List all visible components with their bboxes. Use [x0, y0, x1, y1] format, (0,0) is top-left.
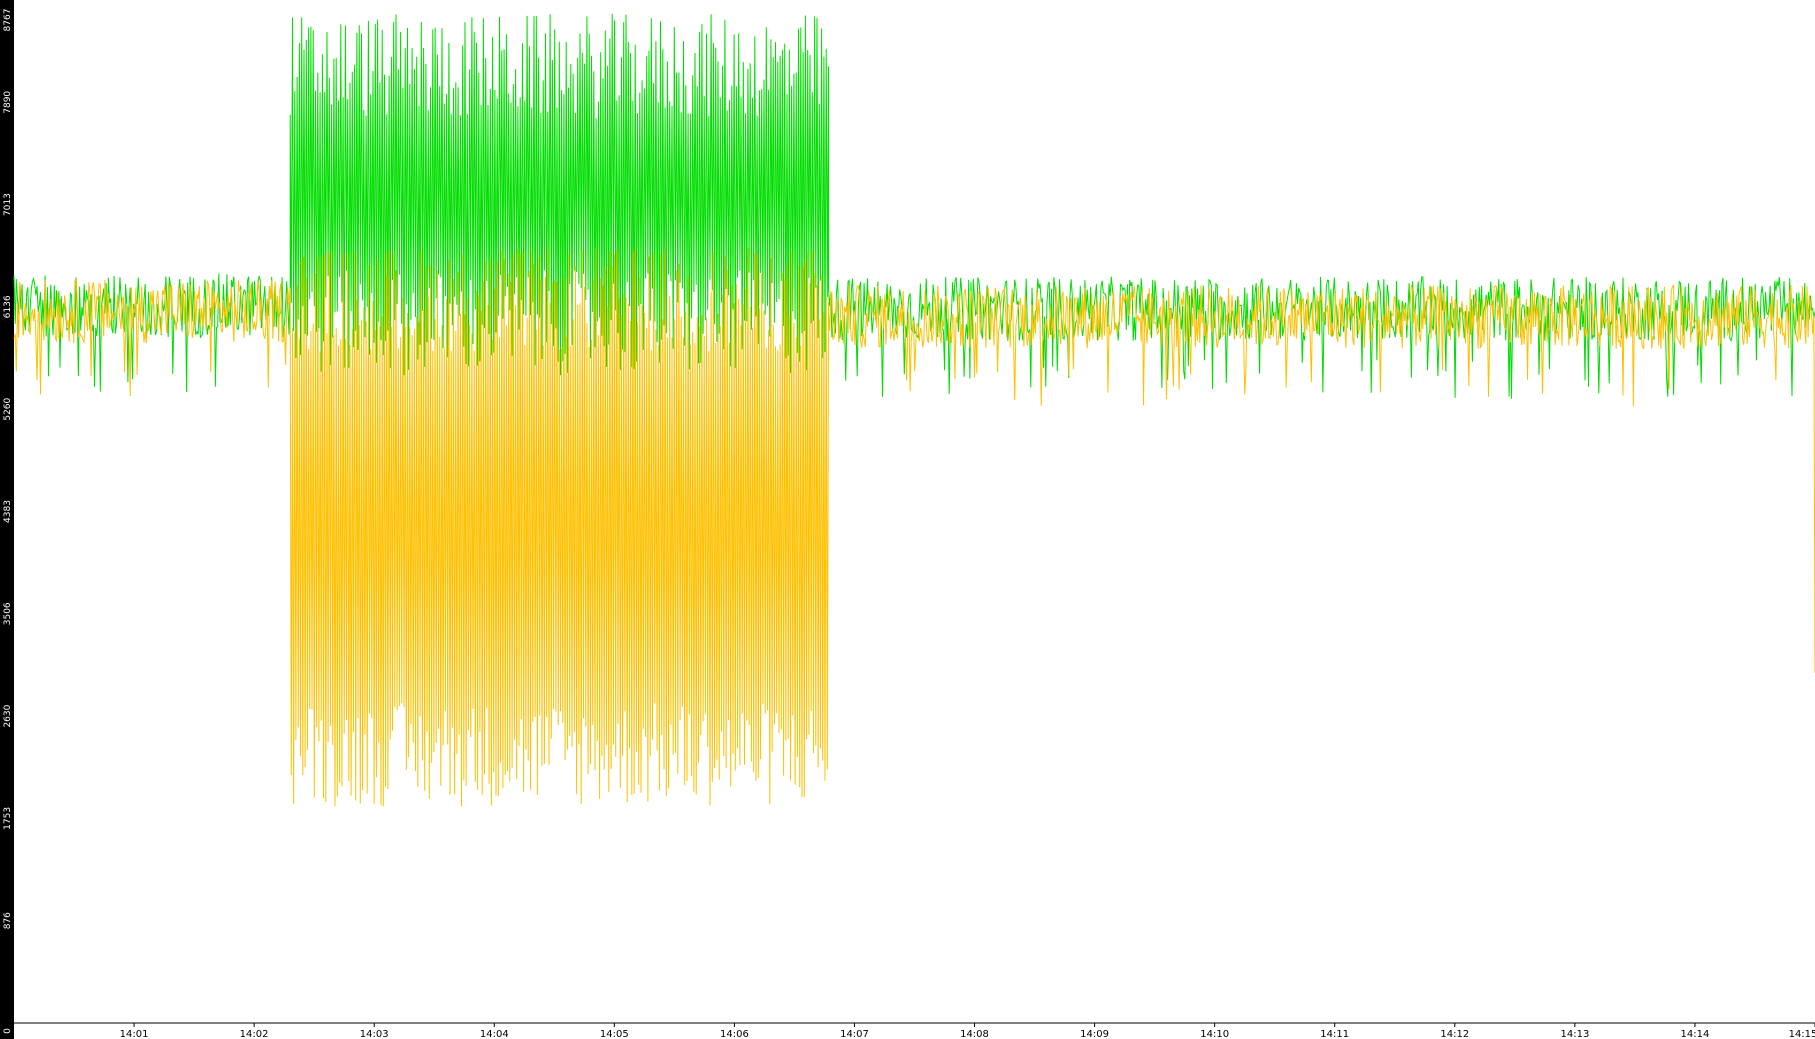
y-tick-label: 4383: [3, 500, 13, 523]
x-tick-label: 14:11: [1320, 1029, 1349, 1039]
series-layer: [13, 13, 1815, 807]
x-tick-label: 14:12: [1440, 1029, 1469, 1039]
chart-svg: 0 876 1753 2630 3506 4383 5260 6136 7013 7890 8767…: [3, 9, 1815, 1039]
x-tick-label: 14:01: [120, 1029, 149, 1039]
x-tick-label: 14:15: [1789, 1029, 1815, 1039]
y-tick-label: 0: [3, 1028, 13, 1034]
chart-area: 0 876 1753 2630 3506 4383 5260 6136 7013 7890 8767…: [0, 0, 1815, 1039]
x-tick-label: 14:09: [1080, 1029, 1109, 1039]
x-tick-label: 14:04: [480, 1029, 509, 1039]
x-tick-label: 14:08: [960, 1029, 989, 1039]
y-tick-label: 2630: [3, 704, 13, 727]
y-tick-label: 5260: [3, 397, 13, 420]
x-tick-label: 14:02: [240, 1029, 269, 1039]
x-tick-label: 14:10: [1200, 1029, 1229, 1039]
x-tick-label: 14:13: [1560, 1029, 1589, 1039]
y-tick-label: 7890: [3, 91, 13, 114]
x-tick-label: 14:14: [1680, 1029, 1709, 1039]
axis-layer: 0 876 1753 2630 3506 4383 5260 6136 7013 7890 8767…: [3, 9, 1815, 1039]
y-tick-label: 8767: [3, 9, 13, 32]
x-tick-label: 14:03: [360, 1029, 389, 1039]
y-tick-label: 6136: [3, 295, 13, 318]
x-tick-label: 14:07: [840, 1029, 869, 1039]
x-tick-label: 14:06: [720, 1029, 749, 1039]
x-tick-label: 14:05: [600, 1029, 629, 1039]
y-tick-label: 1753: [3, 807, 13, 830]
series-line-1: [13, 13, 1815, 399]
y-tick-label: 876: [3, 912, 13, 929]
y-tick-label: 3506: [3, 602, 13, 625]
y-tick-label: 7013: [3, 193, 13, 216]
